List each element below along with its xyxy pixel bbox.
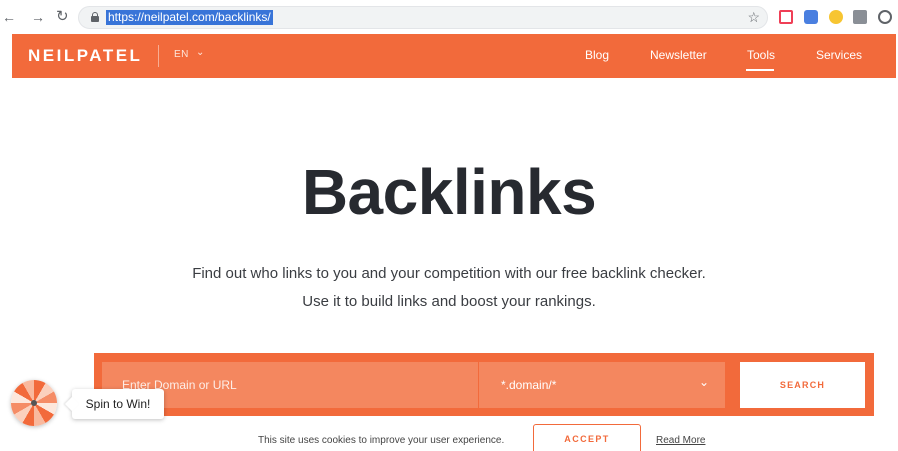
scope-dropdown[interactable]: *.domain/* ⌄ — [478, 362, 725, 408]
read-more-link[interactable]: Read More — [656, 435, 705, 446]
honey-icon[interactable] — [829, 10, 843, 24]
search-button[interactable]: SEARCH — [740, 362, 865, 408]
pocket-icon[interactable] — [779, 10, 793, 24]
page-title: Backlinks — [301, 156, 597, 228]
nav-newsletter[interactable]: Newsletter — [650, 48, 707, 62]
reload-icon[interactable]: ↻ — [56, 8, 69, 26]
forward-arrow-icon[interactable]: → — [31, 8, 45, 26]
language-selector[interactable]: EN — [174, 49, 189, 60]
scope-selected-value: *.domain/* — [501, 378, 557, 392]
back-arrow-icon[interactable]: ← — [2, 8, 16, 26]
extension-icon[interactable] — [804, 10, 818, 24]
site-logo[interactable]: NEILPATEL — [28, 46, 142, 66]
code-icon[interactable] — [853, 10, 867, 24]
settings-extension-icon[interactable] — [878, 10, 892, 24]
browser-toolbar: ← → ↻ https://neilpatel.com/backlinks/ ☆ — [0, 0, 898, 34]
hero-description-line-1: Find out who links to you and your compe… — [192, 265, 706, 282]
hero-description-line-2: Use it to build links and boost your ran… — [302, 293, 596, 310]
address-bar[interactable]: https://neilpatel.com/backlinks/ ☆ — [78, 6, 768, 29]
wheel-hub — [31, 400, 37, 406]
site-header: NEILPATEL EN ⌄ Blog Newsletter Tools Ser… — [12, 34, 896, 78]
nav-services[interactable]: Services — [816, 48, 862, 62]
page: ← → ↻ https://neilpatel.com/backlinks/ ☆… — [0, 0, 898, 451]
url-text[interactable]: https://neilpatel.com/backlinks/ — [106, 10, 273, 25]
chevron-down-icon: ⌄ — [698, 375, 709, 389]
accept-cookies-button[interactable]: ACCEPT — [533, 424, 641, 451]
spin-to-win-tooltip[interactable]: Spin to Win! — [72, 389, 164, 419]
chevron-down-icon[interactable]: ⌄ — [196, 47, 204, 58]
active-nav-underline — [746, 69, 774, 71]
nav-blog[interactable]: Blog — [585, 48, 609, 62]
header-divider — [158, 45, 159, 67]
backlink-search-form: *.domain/* ⌄ SEARCH — [94, 353, 874, 416]
cookie-notice-text: This site uses cookies to improve your u… — [258, 435, 505, 446]
spin-to-win-label: Spin to Win! — [85, 397, 151, 411]
lock-icon — [91, 12, 99, 22]
bookmark-star-icon[interactable]: ☆ — [747, 9, 760, 26]
spin-wheel-icon[interactable] — [11, 380, 57, 426]
nav-tools[interactable]: Tools — [747, 48, 775, 62]
